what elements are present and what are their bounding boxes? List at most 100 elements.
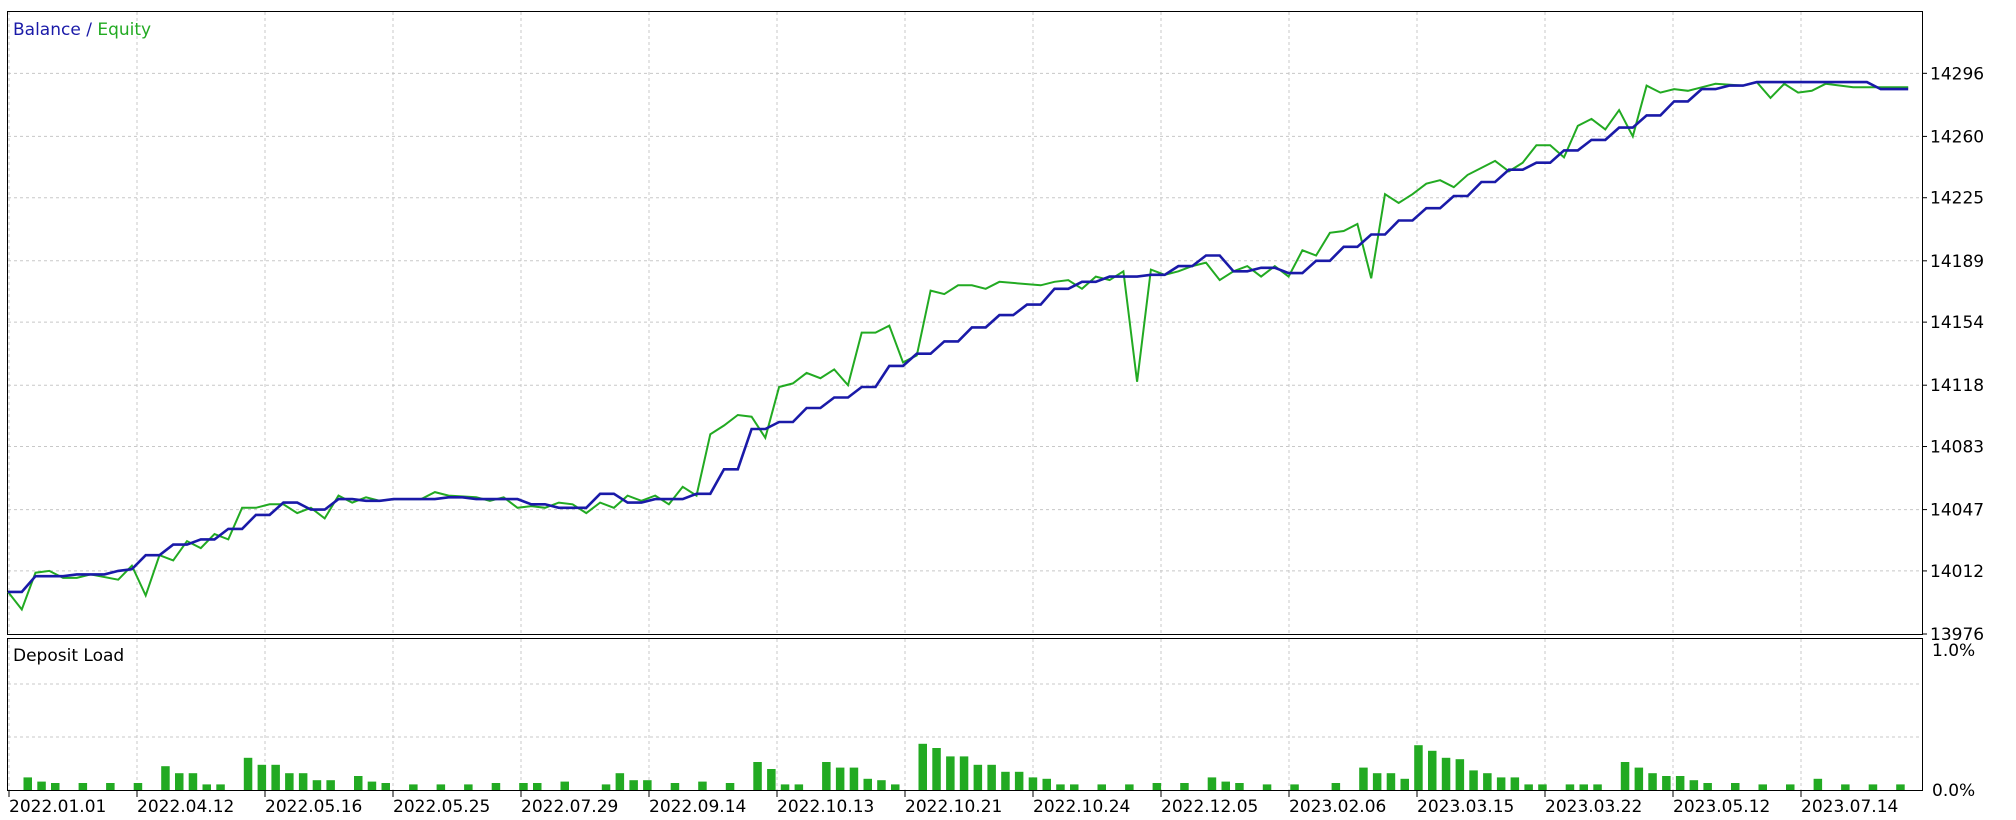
deposit-load-bar	[1703, 783, 1712, 790]
deposit-load-bar	[519, 783, 528, 790]
deposit-load-bar	[216, 784, 225, 790]
x-tick-label: 2022.10.24	[1033, 797, 1130, 817]
deposit-load-bar	[1221, 781, 1230, 790]
x-tick-label: 2023.07.14	[1801, 797, 1898, 817]
deposit-load-bar	[794, 784, 804, 790]
deposit-load-bar	[946, 756, 955, 790]
deposit-load-bar	[932, 748, 941, 790]
deposit-load-bar	[1400, 778, 1409, 790]
deposit-load-bar	[1441, 757, 1451, 790]
deposit-load-bar	[670, 783, 680, 790]
deposit-load-bar	[1331, 783, 1341, 790]
deposit-load-bar	[1593, 784, 1602, 790]
legend-balance-label: Balance	[13, 20, 81, 40]
deposit-load-bar	[1414, 745, 1423, 790]
deposit-load-bar	[987, 764, 996, 790]
x-axis-labels: 2022.01.01 2022.04.12 2022.05.16 2022.05.25…	[8, 790, 1898, 817]
deposit-load-bar	[1262, 784, 1272, 790]
deposit-load-bar	[891, 784, 900, 790]
deposit-load-bar	[1207, 777, 1217, 790]
deposit-load-bar	[381, 783, 390, 790]
deposit-load-bar	[1813, 778, 1823, 790]
deposit-load-bar	[1290, 784, 1299, 790]
deposit-y-tick-label: 1.0%	[1932, 641, 1975, 661]
deposit-load-bar	[257, 764, 267, 790]
deposit-load-bar	[285, 773, 294, 790]
x-tick-label: 2023.03.15	[1417, 797, 1514, 817]
y-tick-label: 14083	[1930, 438, 1984, 458]
x-tick-label: 2022.04.12	[137, 797, 234, 817]
deposit-load-bar	[1469, 770, 1478, 790]
legend-equity-label: Equity	[97, 20, 151, 40]
deposit-load-bar	[326, 780, 335, 790]
deposit-load-bar	[959, 756, 969, 790]
deposit-load-bar	[1428, 750, 1437, 790]
deposit-load-bar	[23, 777, 32, 790]
deposit-load-bar	[1455, 759, 1465, 790]
deposit-load-bar	[1689, 780, 1699, 790]
x-tick-label: 2022.10.13	[777, 797, 874, 817]
x-tick-label: 2023.03.22	[1545, 797, 1642, 817]
y-tick-label: 14296	[1930, 64, 1984, 84]
deposit-load-bar	[1125, 784, 1134, 790]
deposit-load-bar	[1758, 784, 1767, 790]
deposit-load-bar	[835, 767, 845, 790]
deposit-load-bar	[725, 783, 735, 790]
deposit-load-bar	[1731, 783, 1740, 790]
main-y-axis: 14296 14260 14225 14189 14154 14118 14083 14047…	[1922, 64, 1984, 645]
x-tick-label: 2022.10.21	[905, 797, 1002, 817]
x-tick-label: 2023.02.06	[1289, 797, 1386, 817]
x-tick-label: 2022.12.05	[1161, 797, 1258, 817]
deposit-load-bar	[51, 783, 60, 790]
deposit-load-bar	[1634, 767, 1644, 790]
deposit-load-bar	[822, 762, 831, 790]
deposit-load-bar	[629, 780, 638, 790]
deposit-load-bar	[37, 781, 46, 790]
deposit-load-bar	[464, 784, 473, 790]
x-tick-label: 2023.05.12	[1673, 797, 1770, 817]
deposit-load-bar	[491, 783, 501, 790]
deposit-load-bar	[161, 766, 170, 790]
deposit-load-bar	[1896, 784, 1905, 790]
deposit-load-bar	[1359, 767, 1368, 790]
deposit-load-bar	[1028, 777, 1038, 790]
deposit-load-bar	[1565, 784, 1575, 790]
deposit-load-bar	[863, 778, 872, 790]
deposit-load-bar	[354, 776, 363, 790]
deposit-load-bar	[1496, 777, 1506, 790]
deposit-load-bar	[133, 783, 143, 790]
deposit-load-bar	[877, 780, 886, 790]
deposit-load-bar	[1524, 784, 1533, 790]
deposit-load-bar	[560, 781, 569, 790]
deposit-load-bar	[1014, 771, 1024, 790]
deposit-load-bar	[973, 764, 983, 790]
deposit-load-bar	[1510, 777, 1520, 790]
deposit-load-bar	[1841, 784, 1850, 790]
deposit-load-title: Deposit Load	[13, 646, 124, 666]
deposit-load-bar	[298, 773, 308, 790]
deposit-load-bar	[312, 780, 322, 790]
y-tick-label: 14189	[1930, 252, 1984, 272]
deposit-load-bar	[243, 757, 253, 790]
main-plot-frame	[7, 11, 1923, 635]
deposit-load-bar	[1868, 784, 1878, 790]
deposit-load-bar	[1042, 778, 1051, 790]
deposit-load-bar	[1675, 776, 1685, 790]
deposit-load-bar	[175, 773, 184, 790]
deposit-load-bar	[615, 773, 625, 790]
y-tick-label: 14047	[1930, 501, 1984, 521]
deposit-load-bar	[1662, 776, 1671, 790]
deposit-load-bar	[1097, 784, 1106, 790]
legend-separator: /	[81, 20, 98, 40]
deposit-load-bar	[767, 769, 776, 790]
main-legend: Balance / Equity	[13, 20, 151, 40]
x-tick-label: 2022.09.14	[649, 797, 746, 817]
deposit-load-bar	[409, 784, 418, 790]
x-tick-label: 2022.05.25	[393, 797, 490, 817]
deposit-load-bar	[1056, 784, 1065, 790]
deposit-load-bar	[601, 784, 611, 790]
deposit-load-bar	[698, 781, 707, 790]
y-tick-label: 14118	[1930, 376, 1984, 396]
deposit-load-bar	[1538, 784, 1547, 790]
deposit-load-bar	[1070, 784, 1079, 790]
